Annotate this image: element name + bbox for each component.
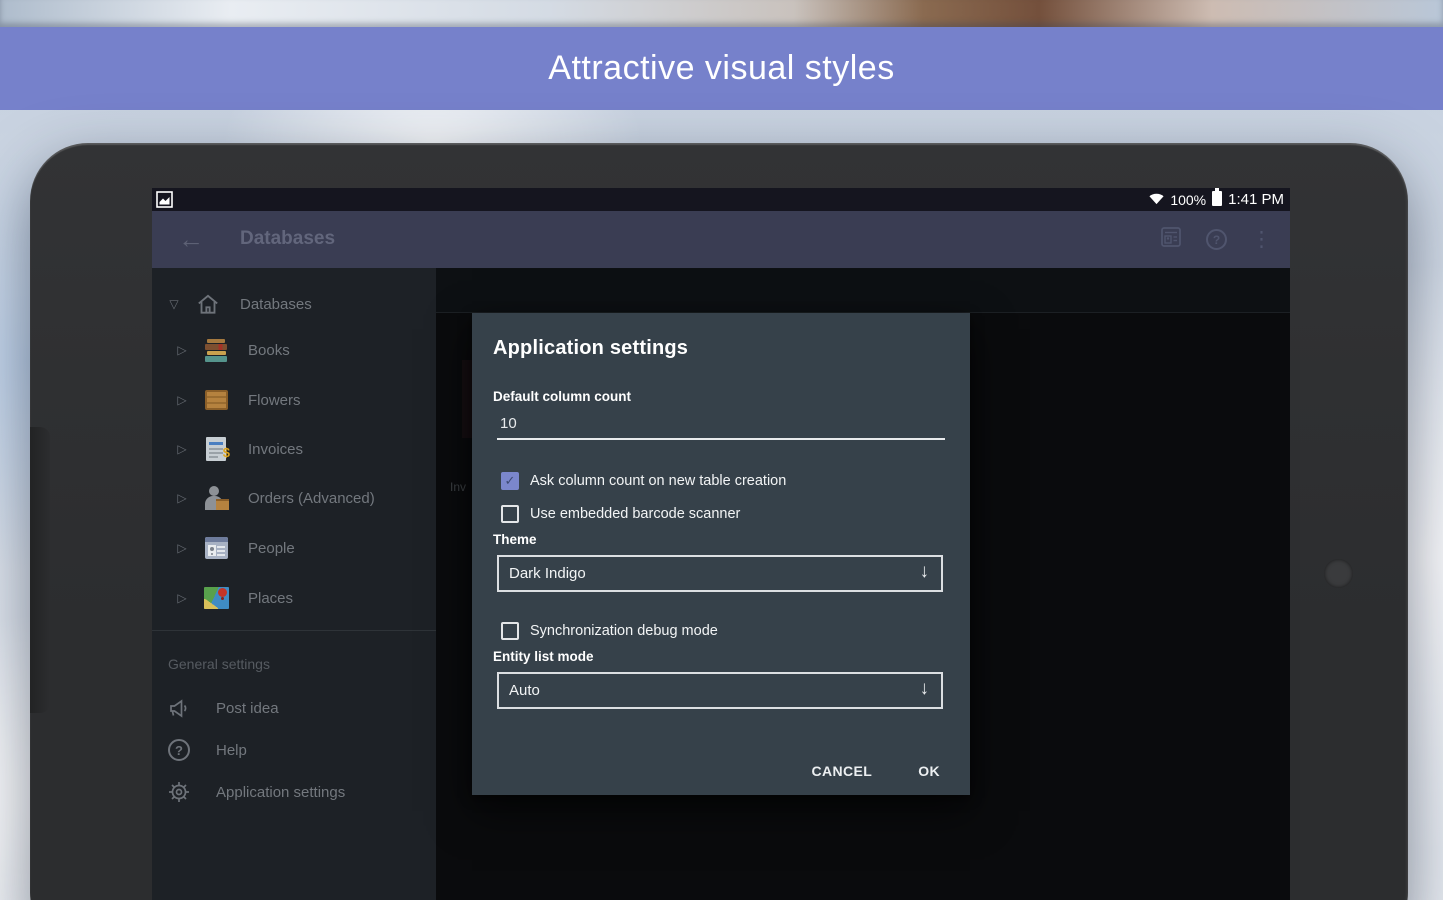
crate-icon (202, 386, 230, 414)
dropdown-arrow-icon: ↓ (920, 561, 930, 583)
sidebar-item-label: Post idea (216, 700, 279, 717)
ok-button[interactable]: OK (918, 763, 940, 779)
theme-selected-value: Dark Indigo (509, 565, 586, 582)
contact-card-icon[interactable] (1160, 226, 1182, 253)
books-icon (202, 336, 230, 364)
person-box-icon (202, 484, 230, 512)
checkbox-checked-icon[interactable]: ✓ (501, 472, 519, 490)
dimmed-card-label: Inv (450, 480, 466, 494)
expand-arrow-icon[interactable]: ▷ (174, 541, 190, 555)
sidebar-item-places[interactable]: ▷ Places (152, 578, 436, 618)
sidebar-item-people[interactable]: ▷ People (152, 528, 436, 568)
tablet-device: 100% 1:41 PM ← Databases (30, 143, 1408, 900)
app-bar-actions: ? ⋮ (1160, 211, 1272, 268)
checkbox-ask-column-count[interactable]: ✓ Ask column count on new table creation (501, 472, 786, 490)
app-bar: ← Databases ? ⋮ (152, 211, 1290, 268)
sidebar-item-label: Invoices (248, 441, 303, 458)
status-bar: 100% 1:41 PM (152, 188, 1290, 211)
overflow-menu-icon[interactable]: ⋮ (1251, 229, 1272, 250)
expand-arrow-icon[interactable]: ▷ (174, 343, 190, 357)
checkbox-label: Synchronization debug mode (530, 623, 718, 639)
column-count-label: Default column count (493, 389, 631, 404)
checkbox-unchecked-icon[interactable] (501, 622, 519, 640)
sidebar-item-orders-advanced[interactable]: ▷ Orders (Advanced) (152, 478, 436, 518)
sidebar-item-label: Help (216, 742, 247, 759)
sidebar-item-application-settings[interactable]: Application settings (152, 772, 436, 812)
sidebar-item-books[interactable]: ▷ Books (152, 330, 436, 370)
contact-card-icon (202, 534, 230, 562)
entity-list-mode-select[interactable]: Auto ↓ (497, 672, 943, 709)
image-notification-icon[interactable] (156, 191, 173, 213)
content-top-strip (436, 268, 1290, 313)
sidebar: ▽ Databases ▷ Books (152, 268, 436, 900)
sidebar-item-databases-root[interactable]: ▽ Databases (152, 284, 436, 324)
back-arrow-icon[interactable]: ← (178, 224, 204, 254)
sidebar-item-label: Books (248, 342, 290, 359)
checkbox-label: Ask column count on new table creation (530, 473, 786, 489)
cancel-button[interactable]: CANCEL (811, 763, 872, 779)
checkbox-sync-debug[interactable]: Synchronization debug mode (501, 622, 718, 640)
clock: 1:41 PM (1228, 191, 1284, 208)
checkbox-barcode-scanner[interactable]: Use embedded barcode scanner (501, 505, 740, 523)
app-bar-title: Databases (240, 228, 335, 250)
collapse-arrow-icon[interactable]: ▽ (166, 297, 182, 311)
sidebar-divider (152, 630, 436, 631)
home-icon (194, 290, 222, 318)
sidebar-item-label: Places (248, 590, 293, 607)
sidebar-item-label: People (248, 540, 295, 557)
dialog-title: Application settings (493, 337, 688, 360)
help-icon: ? (166, 737, 192, 763)
battery-icon (1211, 188, 1223, 211)
expand-arrow-icon[interactable]: ▷ (174, 442, 190, 456)
expand-arrow-icon[interactable]: ▷ (174, 393, 190, 407)
marketing-banner: Attractive visual styles (0, 27, 1443, 110)
sidebar-item-label: Orders (Advanced) (248, 490, 375, 507)
camera-lens (1324, 559, 1353, 588)
sidebar-item-label: Flowers (248, 392, 301, 409)
section-header: General settings (168, 656, 270, 672)
banner-title: Attractive visual styles (548, 49, 894, 88)
dialog-buttons: CANCEL OK (811, 763, 940, 779)
screenshot-root: Attractive visual styles (0, 0, 1443, 900)
background-top-strip (0, 0, 1443, 27)
application-settings-dialog: Application settings Default column coun… (472, 313, 970, 795)
invoice-icon: $ (202, 435, 230, 463)
sidebar-item-help[interactable]: ? Help (152, 730, 436, 770)
status-bar-right: 100% 1:41 PM (1148, 188, 1284, 211)
theme-select[interactable]: Dark Indigo ↓ (497, 555, 943, 592)
sidebar-item-label: Databases (240, 296, 312, 313)
battery-percent: 100% (1170, 192, 1206, 208)
bezel-side-strip (30, 427, 50, 713)
map-icon (202, 584, 230, 612)
sidebar-item-post-idea[interactable]: Post idea (152, 688, 436, 728)
entity-list-mode-label: Entity list mode (493, 649, 594, 664)
sidebar-item-label: Application settings (216, 784, 345, 801)
checkbox-unchecked-icon[interactable] (501, 505, 519, 523)
entity-list-mode-selected-value: Auto (509, 682, 540, 699)
column-count-input[interactable] (497, 412, 945, 440)
expand-arrow-icon[interactable]: ▷ (174, 591, 190, 605)
dropdown-arrow-icon: ↓ (920, 678, 930, 700)
expand-arrow-icon[interactable]: ▷ (174, 491, 190, 505)
gear-icon (166, 779, 192, 805)
checkbox-label: Use embedded barcode scanner (530, 506, 740, 522)
theme-label: Theme (493, 532, 537, 547)
sidebar-item-flowers[interactable]: ▷ Flowers (152, 380, 436, 420)
wifi-icon (1148, 190, 1165, 210)
sidebar-item-invoices[interactable]: ▷ $ Invoices (152, 429, 436, 469)
tablet-screen: 100% 1:41 PM ← Databases (152, 188, 1290, 900)
megaphone-icon (166, 695, 192, 721)
help-icon[interactable]: ? (1206, 229, 1227, 250)
